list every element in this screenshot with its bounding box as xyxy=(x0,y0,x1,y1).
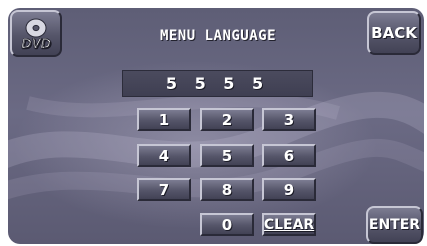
key-3-button[interactable]: 3 xyxy=(262,108,316,131)
svg-text:DVD: DVD xyxy=(21,35,51,51)
dvd-disc-icon: DVD xyxy=(21,18,51,51)
code-display: 5 5 5 5 xyxy=(122,70,313,97)
back-button[interactable]: BACK xyxy=(367,11,421,55)
key-7-button[interactable]: 7 xyxy=(137,178,191,201)
key-8-button[interactable]: 8 xyxy=(200,178,254,201)
key-0-button[interactable]: 0 xyxy=(200,213,254,236)
key-1-button[interactable]: 1 xyxy=(137,108,191,131)
key-5-button[interactable]: 5 xyxy=(200,144,254,167)
key-2-button[interactable]: 2 xyxy=(200,108,254,131)
page-title: MENU LANGUAGE xyxy=(159,28,277,44)
code-display-value: 5 5 5 5 xyxy=(165,74,270,93)
menu-language-screen: DVD MENU LANGUAGE BACK 5 5 5 5 1 2 3 4 5… xyxy=(0,0,427,246)
key-4-button[interactable]: 4 xyxy=(137,144,191,167)
enter-button[interactable]: ENTER xyxy=(366,206,423,244)
clear-button[interactable]: CLEAR xyxy=(262,213,316,236)
key-9-button[interactable]: 9 xyxy=(262,178,316,201)
key-6-button[interactable]: 6 xyxy=(262,144,316,167)
dvd-source-button[interactable]: DVD xyxy=(10,10,62,57)
